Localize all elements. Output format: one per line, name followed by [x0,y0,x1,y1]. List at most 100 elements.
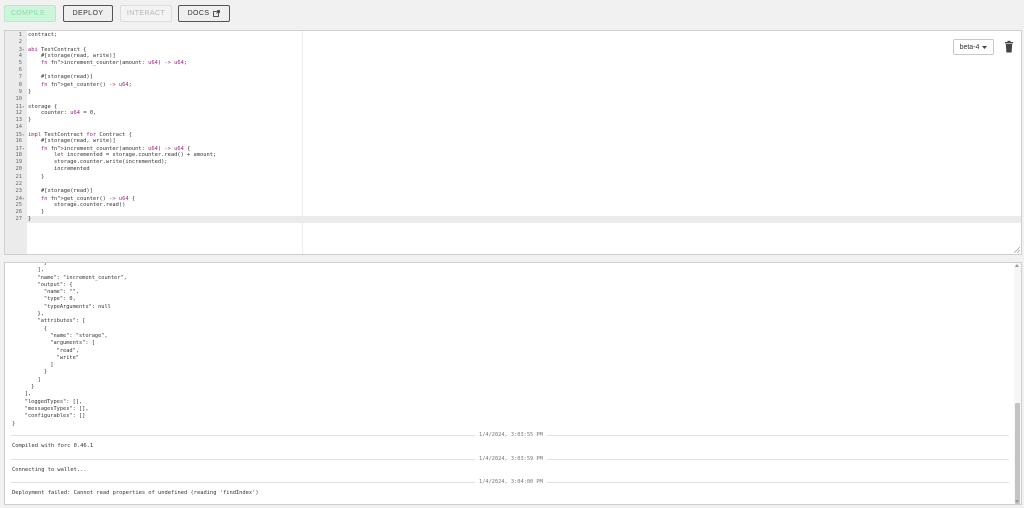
json-output-line: { [12,325,48,332]
line-number: 23 [15,187,23,194]
code-line[interactable]: 23 #[storage(read)] [5,188,1021,195]
json-output-line: "name": "increment_counter", [12,274,127,281]
code-editor[interactable]: 1 contract; 2 3▾ abi TestContract {4 #[stora… [4,30,1022,255]
code-text: storage.counter.write(incremented); [28,159,168,166]
code-line[interactable]: 8 fn fn">get_counter() -> u64; [5,82,1021,89]
external-link-icon [213,10,221,17]
code-line[interactable]: 27} [5,216,1021,223]
code-text: } [28,116,32,123]
code-line[interactable]: 11▾ storage { [5,103,1021,110]
code-line[interactable]: 18 let incremented = storage.counter.rea… [5,152,1021,159]
scroll-thumb[interactable] [1015,403,1020,504]
code-line[interactable]: 22 [5,181,1021,188]
json-output-line: "typeArguments": null [12,303,111,310]
code-line[interactable]: 26 } [5,209,1021,216]
json-output-line: ], [12,391,32,398]
line-number: 18 [15,152,23,159]
json-output-line: "attributes": [ [12,318,86,325]
json-output-line: } [12,384,35,391]
line-number: 25 [15,201,23,208]
code-line[interactable]: 16 #[storage(read, write)] [5,138,1021,145]
code-lines[interactable]: 1 contract; 2 3▾ abi TestContract {4 #[stora… [5,32,1021,223]
toolchain-select[interactable]: beta-4 [953,39,994,55]
line-number: 14 [15,124,23,131]
compile-label: COMPILE [10,10,46,17]
json-output-line: ] [12,362,54,369]
code-text: let incremented = storage.counter.read()… [53,152,217,159]
json-output-line: "messagesTypes": [], [12,405,89,412]
code-line[interactable]: 15▾ impl TestContract for Contract { [5,131,1021,138]
log-timestamp: 1/4/2024, 3:03:59 PM [475,454,547,463]
code-line[interactable]: 5 fn fn">increment_counter(amount: u64) … [5,60,1021,67]
caret-down-icon [982,45,988,49]
code-text: #[storage(read, write)] [28,53,116,60]
log-timestamp-row: 1/4/2024, 3:03:59 PM [5,454,1009,463]
deploy-label: DEPLOY [72,10,104,17]
line-number: 4 [18,53,22,60]
code-line[interactable]: 12 counter: u64 = 0, [5,110,1021,117]
json-output-line: "configurables": [] [12,413,86,420]
resize-handle-icon[interactable] [1014,247,1020,253]
log-message: Deployment failed: Cannot read propertie… [12,490,259,496]
code-text: #[storage(read)] [28,74,93,81]
json-output-line: }, [12,311,44,318]
log-timestamp-row: 1/4/2024, 3:04:00 PM [5,478,1009,486]
json-output-line: ] [12,376,41,383]
json-output-line: "loggedTypes": [], [12,398,83,405]
docs-button[interactable]: DOCS [178,5,230,22]
scroll-up-arrow-icon[interactable] [1015,264,1019,267]
code-line[interactable]: 25 storage.counter.read() [5,202,1021,209]
code-line[interactable]: 6 [5,67,1021,74]
line-number: 16 [15,138,23,145]
code-line[interactable]: 3▾ abi TestContract { [5,46,1021,53]
line-number: 21 [15,173,23,180]
line-number: 9 [18,88,22,95]
code-line[interactable]: 14 [5,124,1021,131]
compile-button[interactable]: COMPILE [4,5,56,22]
code-text: } [28,173,45,180]
json-output-line: "type": 0, [12,296,76,303]
line-number: 6 [18,67,22,74]
json-output-line: "name": "storage", [12,332,108,339]
interact-button[interactable]: INTERACT [120,5,172,22]
code-line[interactable]: 10 [5,96,1021,103]
json-output-line: "name": "", [12,289,79,296]
docs-label: DOCS [187,10,210,17]
log-message: Connecting to wallet... [12,466,87,473]
json-output-line: "read", [12,347,79,354]
code-text: } [28,208,45,215]
deploy-button[interactable]: DEPLOY [63,5,113,22]
code-line[interactable]: 1 contract; [5,32,1021,39]
code-line[interactable]: 20 incremented [5,166,1021,173]
code-text: #[storage(read)] [28,187,93,194]
code-text: contract; [28,32,58,38]
code-text: #[storage(read, write)] [28,138,116,145]
code-line[interactable]: 4 #[storage(read, write)] [5,53,1021,60]
code-line[interactable]: 17▾ fn fn">increment_counter(amount: u64… [5,145,1021,152]
line-number: 7 [18,74,22,81]
trash-icon[interactable] [1003,40,1015,54]
code-line[interactable]: 21 } [5,174,1021,181]
code-line[interactable]: 24▾ fn fn">get_counter() -> u64 { [5,195,1021,202]
code-line[interactable]: 2 [5,39,1021,46]
scroll-down-arrow-icon[interactable] [1015,500,1019,503]
code-line[interactable]: 7 #[storage(read)] [5,74,1021,81]
code-line[interactable]: 9} [5,89,1021,96]
line-number: 27 [15,216,23,223]
code-line[interactable]: 19 storage.counter.write(incremented); [5,159,1021,166]
log-message: Compiled with forc 0.46.1 [12,443,94,449]
code-line[interactable]: 13} [5,117,1021,124]
line-number: 1 [18,32,22,38]
line-number: 19 [15,159,23,166]
output-console[interactable]: } ], "name": "increment_counter", "outpu… [4,262,1022,505]
json-output-line: } [12,369,48,376]
code-text: incremented [28,166,90,173]
log-timestamp: 1/4/2024, 3:03:55 PM [475,431,547,439]
console-scrollbar[interactable] [1014,263,1021,504]
json-output-line: "output": { [12,281,73,288]
code-text: } [28,216,32,223]
line-number: 12 [15,109,23,116]
json-output-line: "write" [12,354,79,361]
